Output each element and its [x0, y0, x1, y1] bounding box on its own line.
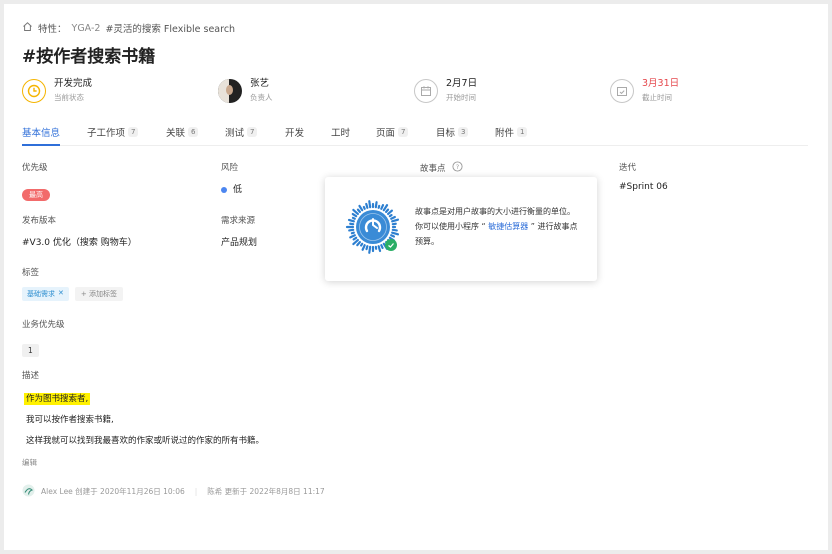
- story-points-tooltip: 故事点是对用户故事的大小进行衡量的单位。你可以使用小程序 “ 敏捷估算器 ” 进…: [325, 177, 597, 281]
- breadcrumb-parent-title[interactable]: #灵活的搜索 Flexible search: [105, 21, 235, 35]
- due-date-label: 截止时间: [642, 93, 672, 102]
- assignee-label: 负责人: [250, 93, 273, 102]
- tag-list: 基础需求 ✕ + 添加标签: [22, 287, 123, 301]
- risk-label: 风险: [221, 163, 239, 173]
- footer-divider: |: [194, 487, 198, 496]
- calendar-check-icon: [610, 78, 634, 103]
- breadcrumb-issue-id[interactable]: YGA-2: [72, 23, 101, 34]
- avatar: [218, 78, 242, 103]
- tab-label: 关联: [166, 128, 186, 139]
- breadcrumb-feature-label: 特性：: [38, 24, 67, 35]
- tab-label: 页面: [376, 128, 396, 139]
- description-line[interactable]: 作为图书搜索者,: [24, 392, 91, 405]
- help-icon[interactable]: ?: [451, 161, 463, 175]
- iteration-label: 迭代: [619, 163, 637, 173]
- tab-count: 7: [128, 127, 139, 137]
- biz-priority-field[interactable]: 1: [22, 338, 39, 357]
- tab-relations[interactable]: 关联 6: [166, 125, 199, 139]
- tab-label: 测试: [225, 128, 245, 139]
- avatar: [22, 484, 35, 499]
- priority-label: 优先级: [22, 163, 48, 173]
- due-date-meta[interactable]: 3月31日 截止时间: [610, 78, 679, 103]
- risk-dot: [221, 186, 227, 193]
- start-date-label: 开始时间: [446, 93, 476, 102]
- priority-badge: 最高: [22, 189, 50, 201]
- start-date-value: 2月7日: [446, 78, 478, 89]
- release-value[interactable]: #V3.0 优化（搜索 购物车）: [22, 235, 137, 248]
- mini-program-code-icon[interactable]: [343, 197, 403, 257]
- tab-count: 3: [458, 127, 469, 137]
- assignee-meta[interactable]: 张艺 负责人: [218, 78, 273, 103]
- tab-basic-info[interactable]: 基本信息: [22, 125, 61, 146]
- tab-label: 附件: [495, 128, 515, 139]
- status-label: 当前状态: [54, 93, 84, 102]
- tags-label: 标签: [22, 268, 40, 278]
- status-value: 开发完成: [54, 78, 93, 89]
- tab-count: 7: [398, 127, 409, 137]
- start-date-meta[interactable]: 2月7日 开始时间: [414, 78, 477, 103]
- risk-field[interactable]: 低: [221, 182, 242, 195]
- tab-label: 开发: [285, 128, 305, 139]
- biz-priority-value: 1: [22, 344, 39, 357]
- clock-icon: [22, 78, 46, 103]
- tab-label: 子工作项: [87, 128, 126, 139]
- tag-chip[interactable]: 基础需求 ✕: [22, 287, 69, 301]
- creator-info: Alex Lee 创建于 2020年11月26日 10:06: [41, 487, 185, 496]
- source-value[interactable]: 产品规划: [221, 235, 257, 248]
- story-points-header: 故事点 ?: [420, 161, 463, 175]
- audit-footer: Alex Lee 创建于 2020年11月26日 10:06 | 陈希 更新于 …: [22, 484, 325, 499]
- risk-value: 低: [233, 185, 243, 195]
- add-tag-button[interactable]: + 添加标签: [74, 287, 123, 301]
- tab-bar: 基本信息 子工作项 7 关联 6 测试 7 开发 工时 页面 7 目标 3 附件 1: [22, 122, 808, 146]
- tab-label: 基本信息: [22, 128, 61, 139]
- tab-label: 目标: [436, 128, 456, 139]
- tag-text: 基础需求: [27, 290, 55, 298]
- tab-attachments[interactable]: 附件 1: [495, 125, 528, 139]
- description-highlight: 作为图书搜索者,: [24, 393, 91, 405]
- tab-development[interactable]: 开发: [285, 125, 304, 139]
- description-label: 描述: [22, 371, 40, 381]
- iteration-value[interactable]: #Sprint 06: [619, 182, 668, 192]
- edit-link[interactable]: 编辑: [22, 457, 37, 468]
- description-line[interactable]: 我可以按作者搜索书籍,: [26, 413, 114, 425]
- tab-goals[interactable]: 目标 3: [436, 125, 469, 139]
- release-label: 发布版本: [22, 216, 57, 226]
- tab-count: 1: [517, 127, 528, 137]
- breadcrumb: 特性： YGA-2 #灵活的搜索 Flexible search: [22, 21, 235, 35]
- biz-priority-label: 业务优先级: [22, 320, 65, 330]
- tab-label: 工时: [331, 128, 351, 139]
- estimator-link[interactable]: 敏捷估算器: [488, 222, 528, 231]
- status-meta[interactable]: 开发完成 当前状态: [22, 78, 92, 103]
- due-date-value: 3月31日: [642, 78, 680, 89]
- calendar-icon: [414, 78, 438, 103]
- tab-count: 7: [247, 127, 258, 137]
- tooltip-text: 故事点是对用户故事的大小进行衡量的单位。你可以使用小程序 “ 敏捷估算器 ” 进…: [415, 204, 579, 249]
- priority-field[interactable]: 最高: [22, 182, 50, 201]
- page-title[interactable]: #按作者搜索书籍: [22, 42, 155, 67]
- svg-text:?: ?: [455, 163, 458, 171]
- tab-count: 6: [188, 127, 199, 137]
- source-label: 需求来源: [221, 216, 256, 226]
- tab-worktime[interactable]: 工时: [331, 125, 350, 139]
- close-icon[interactable]: ✕: [58, 289, 64, 299]
- story-points-label: 故事点: [420, 164, 446, 174]
- home-icon[interactable]: [22, 21, 33, 35]
- tab-testing[interactable]: 测试 7: [225, 125, 258, 139]
- work-item-detail-panel: 特性： YGA-2 #灵活的搜索 Flexible search #按作者搜索书…: [4, 4, 828, 550]
- tab-pages[interactable]: 页面 7: [376, 125, 409, 139]
- tab-sub-items[interactable]: 子工作项 7: [87, 125, 139, 139]
- description-line[interactable]: 这样我就可以找到我最喜欢的作家或听说过的作家的所有书籍。: [26, 434, 264, 446]
- updater-info: 陈希 更新于 2022年8月8日 11:17: [207, 487, 325, 496]
- assignee-value: 张艺: [250, 78, 270, 89]
